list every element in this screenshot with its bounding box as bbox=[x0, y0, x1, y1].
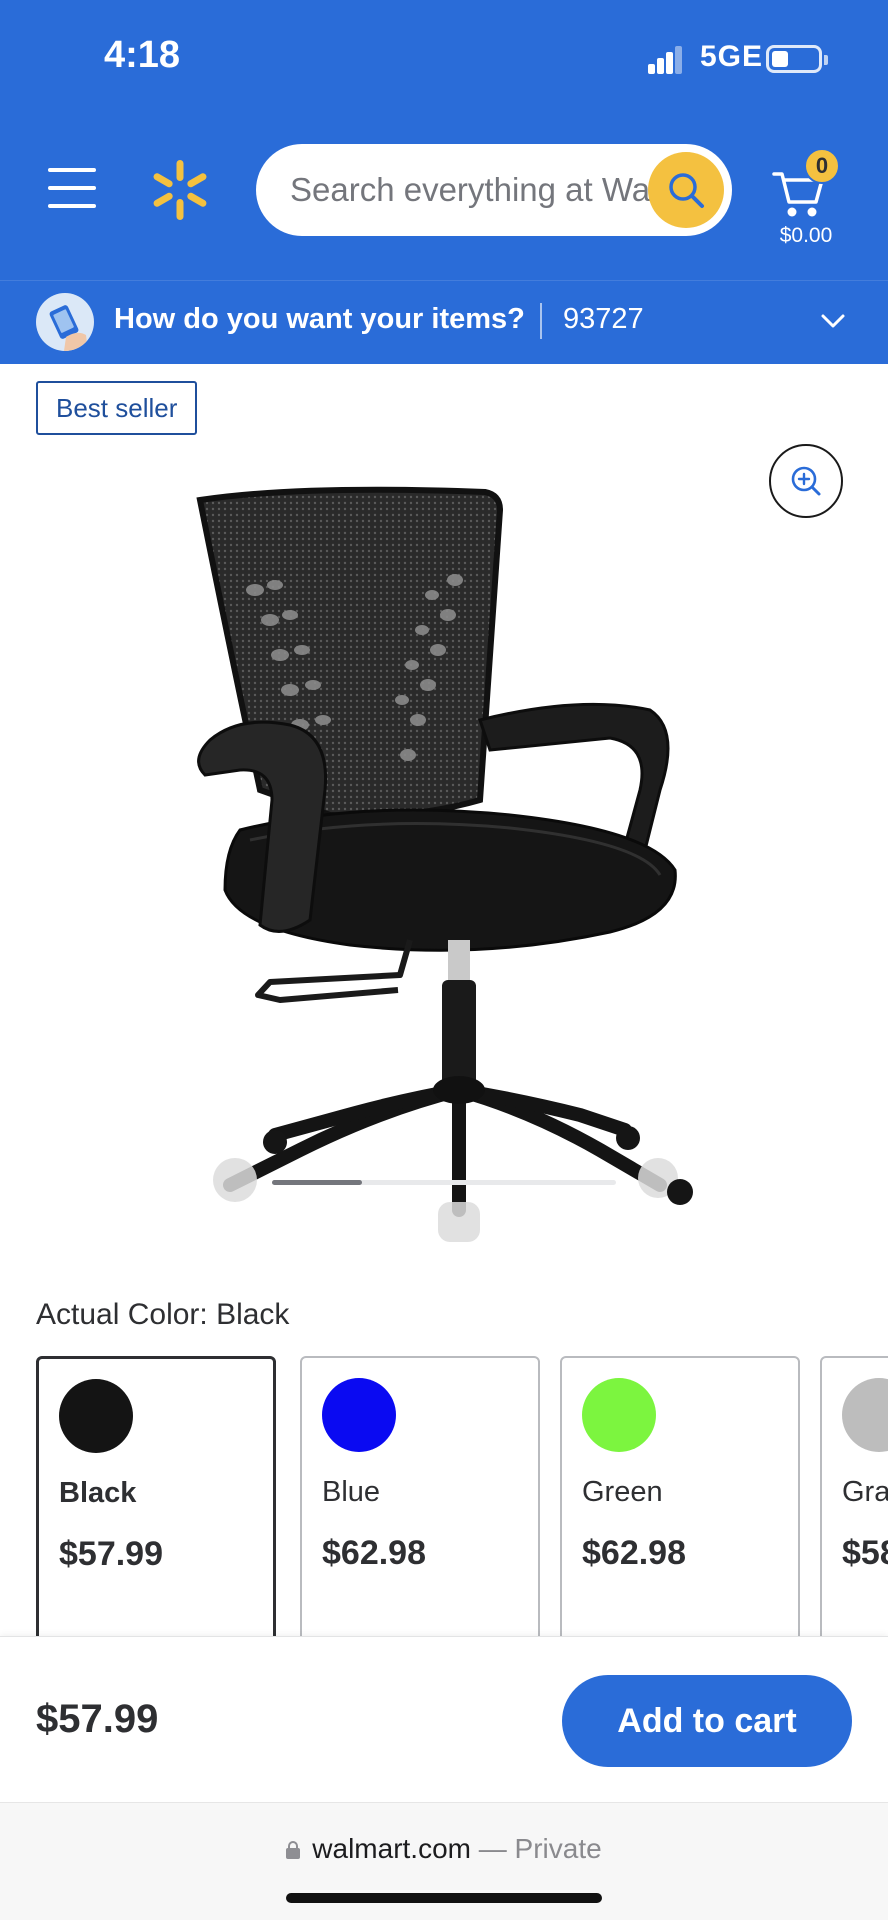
walmart-spark-logo[interactable] bbox=[148, 158, 212, 222]
signal-strength-icon bbox=[648, 46, 684, 74]
status-bar: 4:18 5GE bbox=[0, 0, 888, 120]
cart-button[interactable]: 0 $0.00 bbox=[768, 148, 840, 247]
actual-color-label: Actual Color: Black bbox=[36, 1298, 290, 1331]
url-domain: walmart.com bbox=[312, 1833, 471, 1864]
color-swatch bbox=[842, 1378, 888, 1452]
product-image-office-chair[interactable] bbox=[180, 470, 740, 1250]
current-price: $57.99 bbox=[36, 1697, 159, 1741]
delivery-illustration-icon bbox=[36, 293, 94, 351]
search-bar bbox=[256, 144, 732, 236]
variant-name: Gray bbox=[842, 1476, 888, 1508]
variant-name: Blue bbox=[322, 1476, 381, 1508]
carousel-progress bbox=[272, 1180, 362, 1185]
search-input[interactable] bbox=[290, 144, 670, 236]
status-time: 4:18 bbox=[104, 34, 181, 76]
best-seller-badge: Best seller bbox=[36, 381, 198, 435]
variant-price: $62.98 bbox=[322, 1534, 426, 1572]
network-label: 5GE bbox=[700, 40, 764, 73]
header: 0 $0.00 bbox=[0, 120, 888, 280]
private-mode-label: — Private bbox=[471, 1833, 602, 1864]
home-indicator[interactable] bbox=[286, 1893, 602, 1903]
variant-name: Black bbox=[59, 1477, 137, 1509]
lock-icon bbox=[286, 1841, 301, 1859]
url-display[interactable]: walmart.com — Private bbox=[0, 1833, 888, 1865]
divider bbox=[540, 303, 542, 339]
browser-address-bar[interactable]: walmart.com — Private bbox=[0, 1802, 888, 1920]
add-to-cart-button[interactable]: Add to cart bbox=[562, 1675, 852, 1767]
color-swatch bbox=[582, 1378, 656, 1452]
variant-price: $62.98 bbox=[582, 1534, 686, 1572]
color-swatch bbox=[59, 1379, 133, 1453]
variant-price: $58.99 bbox=[842, 1534, 888, 1572]
variant-name: Green bbox=[582, 1476, 663, 1508]
image-carousel-indicator bbox=[272, 1180, 616, 1185]
variant-card-green[interactable]: Green $62.98 bbox=[560, 1356, 800, 1636]
cart-count-badge: 0 bbox=[804, 148, 840, 184]
variant-card-gray[interactable]: Gray $58.99 bbox=[820, 1356, 888, 1636]
zip-code: 93727 bbox=[563, 303, 644, 335]
variant-price: $57.99 bbox=[59, 1535, 163, 1573]
cart-total: $0.00 bbox=[779, 224, 833, 247]
color-swatch bbox=[322, 1378, 396, 1452]
color-variant-list: Black $57.99 Blue $62.98 Green $62.98 Gr… bbox=[0, 1356, 888, 1636]
sticky-purchase-bar: $57.99 Add to cart bbox=[0, 1636, 888, 1802]
fulfillment-selector[interactable]: How do you want your items? 93727 bbox=[0, 280, 888, 364]
search-button[interactable] bbox=[648, 152, 724, 228]
variant-card-blue[interactable]: Blue $62.98 bbox=[300, 1356, 540, 1636]
battery-icon bbox=[766, 45, 828, 73]
fulfillment-question: How do you want your items? bbox=[114, 303, 525, 335]
variant-card-black[interactable]: Black $57.99 bbox=[36, 1356, 276, 1636]
zoom-button[interactable] bbox=[769, 444, 843, 518]
search-icon bbox=[669, 173, 704, 208]
zoom-in-icon bbox=[791, 466, 821, 496]
menu-button[interactable] bbox=[48, 166, 96, 210]
chevron-down-icon bbox=[821, 314, 845, 328]
